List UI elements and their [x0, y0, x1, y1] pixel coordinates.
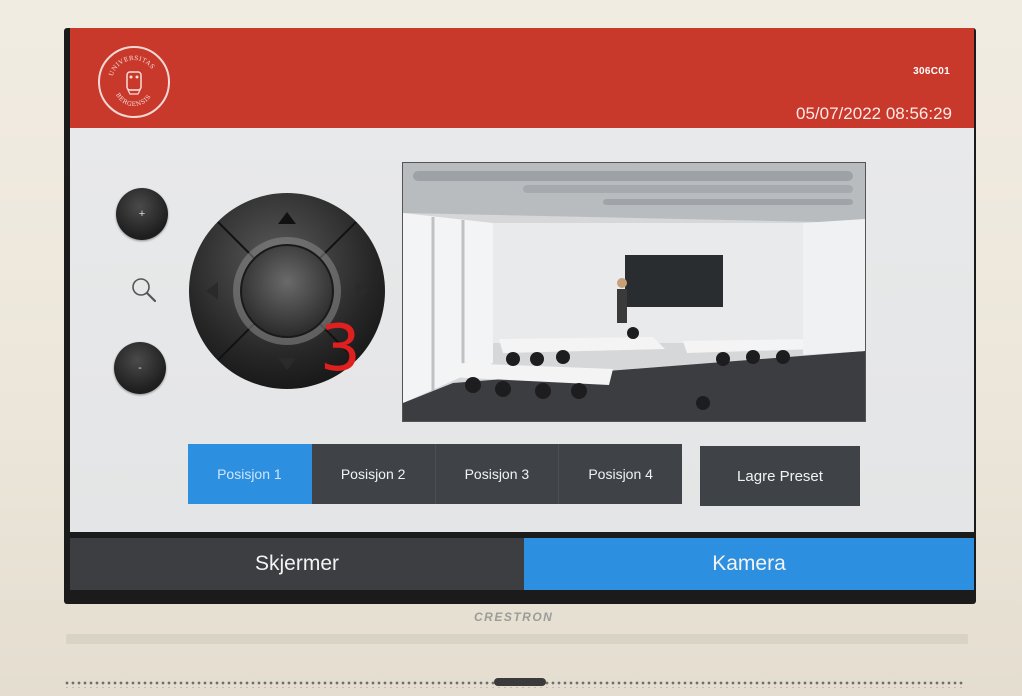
room-code: 306C01 [913, 66, 950, 77]
camera-control-panel: + - 3 Posisjon 1 Posisjon 2 Posisjon 3 P… [70, 128, 974, 532]
step-number-overlay: 3 [320, 312, 361, 386]
magnifier-icon [132, 278, 157, 303]
university-logo: UNIVERSITAS BERGENSIS [98, 46, 170, 118]
zoom-in-button[interactable]: + [116, 188, 168, 240]
date-time: 05/07/2022 08:56:29 [796, 104, 952, 123]
svg-text:UNIVERSITAS: UNIVERSITAS [108, 55, 156, 77]
bezel-ledge [66, 634, 968, 644]
preset-position-1-button[interactable]: Posisjon 1 [188, 444, 312, 504]
save-preset-button[interactable]: Lagre Preset [700, 446, 860, 506]
preset-position-4-button[interactable]: Posisjon 4 [559, 444, 682, 504]
sensor-slot [494, 678, 546, 686]
device-brand-label: CRESTRON [474, 610, 554, 624]
tab-camera[interactable]: Kamera [524, 538, 974, 590]
header-bar: UNIVERSITAS BERGENSIS 306C01 05/07/2022 … [70, 28, 974, 128]
touch-screen: UNIVERSITAS BERGENSIS 306C01 05/07/2022 … [64, 28, 976, 604]
preset-position-2-button[interactable]: Posisjon 2 [311, 444, 436, 504]
preset-position-3-button[interactable]: Posisjon 3 [435, 444, 560, 504]
tab-screens[interactable]: Skjermer [70, 538, 524, 590]
camera-preview [402, 162, 866, 422]
bottom-tab-bar: Skjermer Kamera [70, 538, 974, 590]
preset-position-bar: Posisjon 1 Posisjon 2 Posisjon 3 Posisjo… [188, 444, 682, 504]
zoom-out-button[interactable]: - [114, 342, 166, 394]
seal-icon: UNIVERSITAS BERGENSIS [108, 55, 156, 108]
